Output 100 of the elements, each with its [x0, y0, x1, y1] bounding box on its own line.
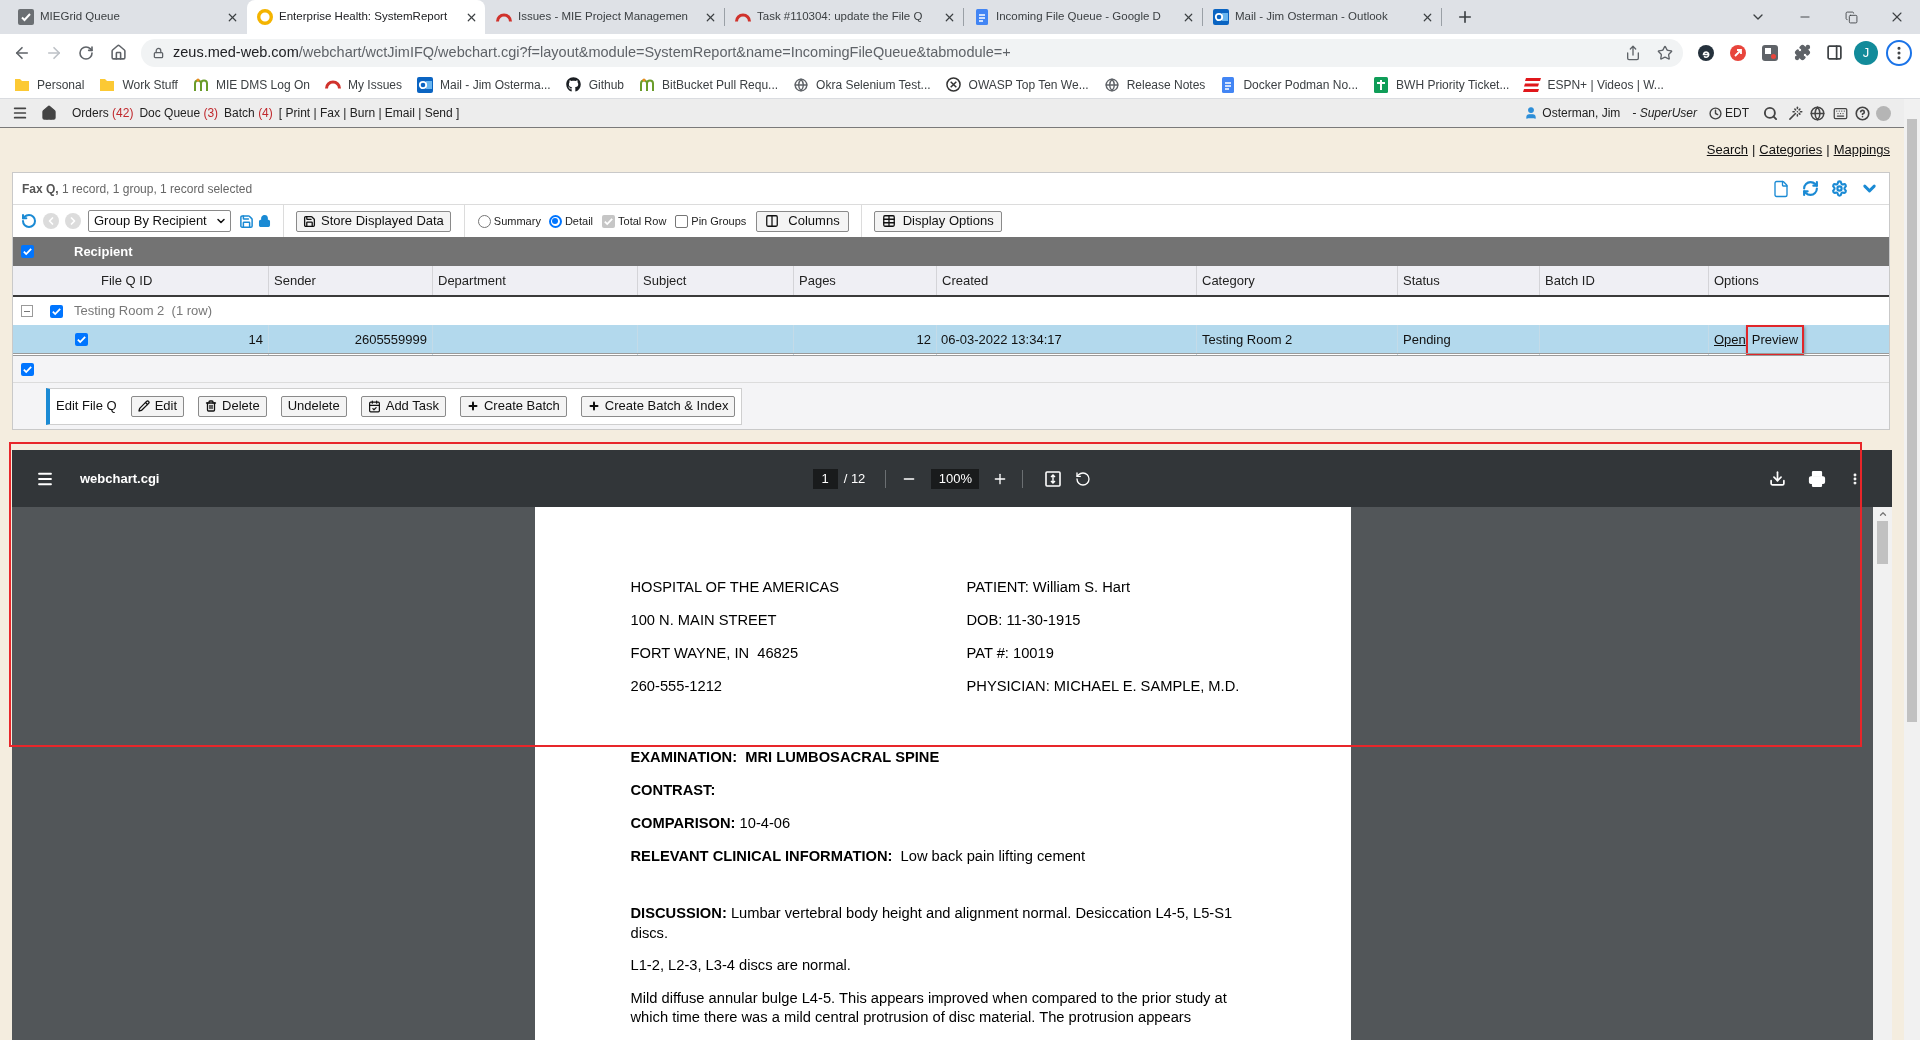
- action-button[interactable]: Add Task: [360, 395, 446, 417]
- bookmark[interactable]: BWH Priority Ticket...: [1372, 75, 1510, 94]
- column-header[interactable]: Status: [1398, 270, 1440, 291]
- column-header[interactable]: Pages: [794, 270, 836, 291]
- wand-icon[interactable]: [1788, 105, 1803, 121]
- browser-tab[interactable]: Enterprise Health: SystemReport: [247, 0, 485, 34]
- action-button[interactable]: Undelete: [280, 395, 347, 417]
- share-icon[interactable]: [1625, 44, 1641, 61]
- reload-icon[interactable]: [78, 44, 94, 61]
- scrollbar[interactable]: [1873, 507, 1892, 1040]
- side-panel-icon[interactable]: [1825, 44, 1843, 61]
- home-icon[interactable]: [41, 105, 57, 121]
- star-icon[interactable]: [1657, 44, 1673, 61]
- bookmark[interactable]: Mail - Jim Osterma...: [416, 75, 551, 94]
- page-number-field[interactable]: 1: [812, 468, 838, 489]
- column-header[interactable]: Created: [937, 270, 989, 291]
- refresh-icon[interactable]: [1802, 180, 1819, 197]
- reset-icon[interactable]: [21, 213, 37, 229]
- document-icon[interactable]: [1772, 179, 1790, 198]
- bookmark[interactable]: Work Stuff: [98, 75, 178, 94]
- lock-icon[interactable]: [258, 214, 271, 228]
- menu-icon[interactable]: [12, 105, 28, 121]
- display-options-button[interactable]: Display Options: [873, 210, 1002, 232]
- save-icon[interactable]: [239, 213, 254, 229]
- action-button[interactable]: Edit: [130, 395, 185, 417]
- column-header[interactable]: Department: [433, 270, 506, 291]
- column-header[interactable]: Options: [1709, 270, 1759, 291]
- help-icon[interactable]: [1855, 105, 1870, 121]
- nav-link[interactable]: Orders (42): [72, 104, 134, 122]
- browser-tab[interactable]: Issues - MIE Project Managemen: [486, 0, 724, 34]
- browser-tab[interactable]: MIEGrid Queue: [8, 0, 246, 34]
- preview-link[interactable]: Preview: [1745, 325, 1805, 355]
- bookmark[interactable]: Okra Selenium Test...: [792, 75, 931, 94]
- bookmark[interactable]: ESPN+ | Videos | W...: [1523, 75, 1664, 94]
- group-by-select[interactable]: Group By Recipient: [88, 210, 231, 232]
- profile-avatar[interactable]: J: [1854, 40, 1878, 65]
- radio-button[interactable]: [548, 214, 562, 228]
- checkbox[interactable]: [50, 304, 63, 318]
- new-tab-icon[interactable]: [1456, 8, 1474, 26]
- bookmark[interactable]: MIE DMS Log On: [191, 75, 310, 94]
- download-icon[interactable]: [1769, 470, 1786, 487]
- table-row[interactable]: 14 2605559999 12 06-03-2022 13:34:17 Testing Room 2 Pending Open Preview: [13, 325, 1889, 353]
- page-link[interactable]: Categories: [1759, 140, 1823, 160]
- radio-label[interactable]: Summary: [493, 212, 541, 230]
- bookmark[interactable]: Docker Podman No...: [1219, 75, 1359, 94]
- column-header[interactable]: Subject: [638, 270, 687, 291]
- globe-icon: [794, 77, 809, 92]
- bookmark[interactable]: Github: [564, 75, 625, 94]
- checkbox[interactable]: [75, 333, 88, 347]
- bookmark[interactable]: Personal: [13, 75, 85, 94]
- column-header[interactable]: Batch ID: [1540, 270, 1595, 291]
- action-button[interactable]: Create Batch & Index: [580, 395, 736, 417]
- column-header[interactable]: Category: [1197, 270, 1255, 291]
- scrollbar-thumb[interactable]: [1877, 521, 1888, 564]
- action-button[interactable]: Delete: [198, 395, 267, 417]
- column-header[interactable]: File Q ID: [96, 270, 153, 291]
- arc-logo-icon: [325, 80, 341, 89]
- columns-button[interactable]: Columns: [756, 210, 849, 232]
- globe-icon[interactable]: [1810, 105, 1825, 121]
- search-icon[interactable]: [1763, 105, 1778, 121]
- checkbox-label[interactable]: Pin Groups: [691, 212, 747, 230]
- radio-label[interactable]: Detail: [564, 212, 594, 230]
- fit-page-icon[interactable]: [1045, 470, 1062, 487]
- column-header[interactable]: Sender: [269, 270, 316, 291]
- home-icon[interactable]: [109, 44, 127, 61]
- batch-actions[interactable]: [ Print | Fax | Burn | Email | Send ]: [278, 104, 460, 122]
- bookmark[interactable]: Release Notes: [1102, 75, 1206, 94]
- nav-link[interactable]: Doc Queue (3): [139, 104, 219, 122]
- keyboard-icon[interactable]: [1832, 105, 1849, 121]
- checkbox[interactable]: [675, 214, 689, 228]
- rotate-icon[interactable]: [1075, 470, 1092, 487]
- bookmark[interactable]: My Issues: [324, 75, 402, 94]
- browser-tab[interactable]: Mail - Jim Osterman - Outlook: [1203, 0, 1441, 34]
- print-icon[interactable]: [1808, 469, 1826, 488]
- report-paragraph: DISCUSSION: Lumbar vertebral body height and alignment normal. Desiccation L4-5, L5-S1 discs.: [630, 904, 1234, 943]
- extension-icon[interactable]: [1762, 44, 1778, 61]
- scrollbar[interactable]: [1904, 99, 1920, 1040]
- settings-icon[interactable]: [1831, 180, 1848, 197]
- user-name[interactable]: Osterman, Jim: [1542, 104, 1621, 122]
- extension-icon[interactable]: [1698, 44, 1714, 61]
- page-link[interactable]: Search: [1706, 140, 1748, 160]
- bookmark[interactable]: OWASP Top Ten We...: [944, 75, 1089, 94]
- checkbox[interactable]: [21, 362, 34, 376]
- collapse-icon[interactable]: [21, 305, 33, 317]
- zoom-field[interactable]: 100%: [931, 468, 980, 489]
- scrollbar-thumb[interactable]: [1907, 119, 1917, 722]
- action-button[interactable]: Create Batch: [459, 395, 567, 417]
- scroll-up-icon[interactable]: [1877, 509, 1888, 519]
- checkbox[interactable]: [21, 245, 34, 258]
- address-bar[interactable]: zeus.med-web.com/webchart/wctJimIFQ/webchart.cgi?f=layout&module=SystemReport&name=IncomingFileQueue&tabmodule=+: [141, 38, 1683, 67]
- puzzle-icon[interactable]: [1793, 44, 1811, 61]
- open-link[interactable]: Open: [1714, 330, 1746, 350]
- restore-icon[interactable]: [1844, 10, 1858, 24]
- nav-link[interactable]: Batch (4): [224, 104, 273, 122]
- browser-tab[interactable]: Task #110304: update the File Q: [725, 0, 963, 34]
- bookmark[interactable]: BitBucket Pull Requ...: [638, 75, 779, 94]
- store-data-button[interactable]: Store Displayed Data: [296, 210, 451, 232]
- radio-button[interactable]: [477, 214, 491, 228]
- page-link[interactable]: Mappings: [1833, 140, 1890, 160]
- browser-tab[interactable]: Incoming File Queue - Google D: [964, 0, 1202, 34]
